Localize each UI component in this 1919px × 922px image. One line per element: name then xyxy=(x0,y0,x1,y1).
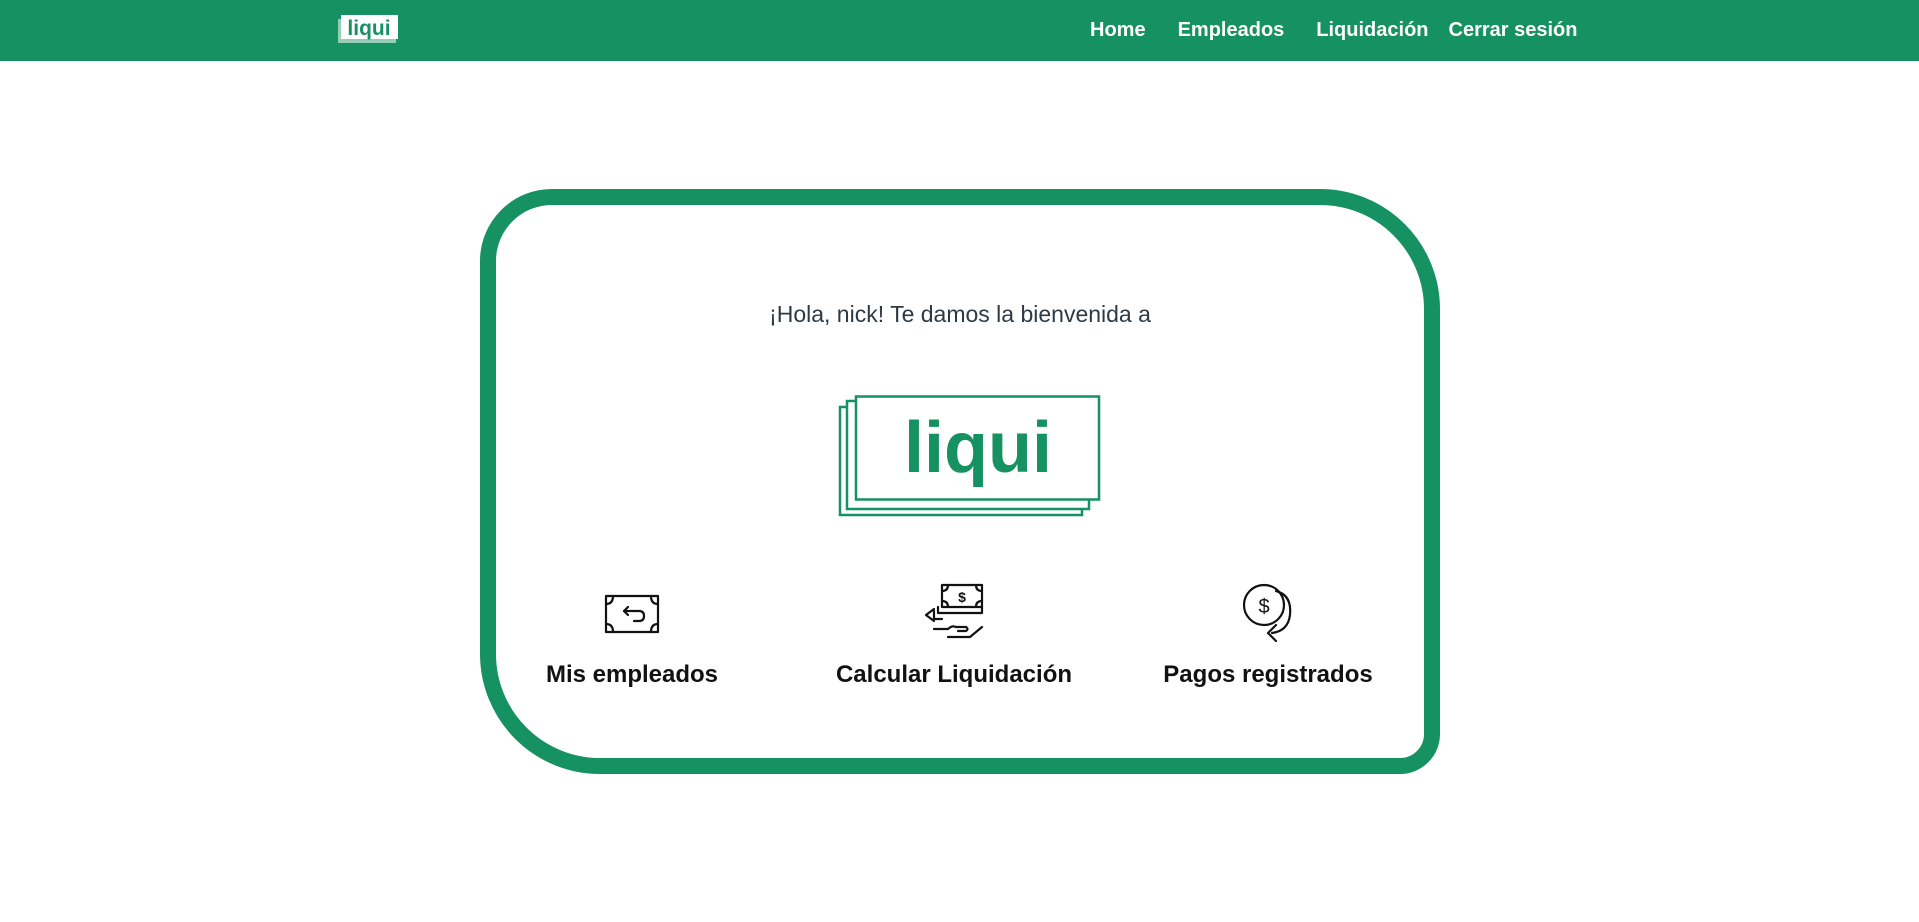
money-exchange-icon xyxy=(492,581,772,645)
navbar: liqui Home Empleados Liquidación Cerrar … xyxy=(0,0,1919,61)
hero-logo-text: liqui xyxy=(904,408,1052,488)
nav-link-cerrar-sesion[interactable]: Cerrar sesión xyxy=(1449,19,1578,42)
brand-logo-text: liqui xyxy=(347,17,390,40)
nav-link-empleados[interactable]: Empleados xyxy=(1178,19,1285,42)
welcome-message: ¡Hola, nick! Te damos la bienvenida a xyxy=(769,301,1151,327)
feature-calcular-liquidacion[interactable]: $ Calcular Liquidación xyxy=(814,581,1094,689)
hero-logo: liqui xyxy=(838,395,1102,517)
feature-mis-empleados[interactable]: Mis empleados xyxy=(492,581,772,689)
svg-text:$: $ xyxy=(958,589,966,605)
svg-text:$: $ xyxy=(1258,596,1269,618)
welcome-card: ¡Hola, nick! Te damos la bienvenida a li… xyxy=(480,189,1440,774)
feature-label-mis-empleados: Mis empleados xyxy=(545,661,719,688)
feature-label-pagos-registrados: Pagos registrados xyxy=(1163,661,1373,688)
nav-links: Home Empleados Liquidación Cerrar sesión xyxy=(1090,0,1577,61)
feature-label-calcular-liquidacion: Calcular Liquidación xyxy=(835,661,1073,688)
feature-pagos-registrados[interactable]: $ Pagos registrados xyxy=(1128,581,1408,689)
nav-link-home[interactable]: Home xyxy=(1090,19,1146,42)
dollar-refresh-icon: $ xyxy=(1128,581,1408,645)
hand-cash-icon: $ xyxy=(814,581,1094,645)
nav-link-liquidacion[interactable]: Liquidación xyxy=(1316,19,1428,42)
brand-logo[interactable]: liqui xyxy=(336,13,400,45)
